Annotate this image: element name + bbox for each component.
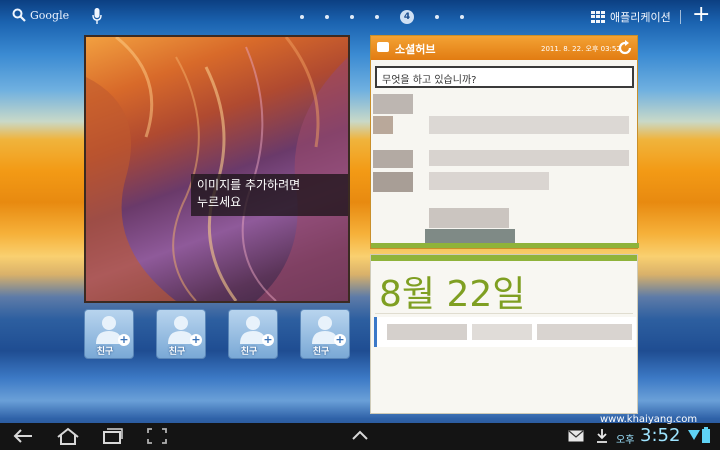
- blurred-feed-item[interactable]: [429, 172, 549, 190]
- clock-ampm: 오후: [616, 435, 635, 446]
- current-page-badge: 4: [400, 10, 414, 24]
- social-hub-footer-bar: [371, 243, 639, 248]
- apps-button[interactable]: 애플리케이션: [591, 9, 671, 25]
- blurred-feed-item[interactable]: [429, 150, 629, 166]
- status-update-input[interactable]: 무엇을 하고 있습니까?: [375, 66, 634, 88]
- friends-widget: 친구 + 친구 + 친구 + 친구 +: [84, 309, 350, 359]
- page-dot[interactable]: [460, 15, 464, 19]
- screenshot-icon[interactable]: [146, 427, 168, 445]
- back-icon[interactable]: [12, 427, 34, 445]
- chat-bubble-icon: [377, 42, 389, 52]
- add-friend-icon: +: [334, 333, 346, 346]
- friend-shortcut[interactable]: 친구 +: [300, 309, 350, 359]
- search-icon: [12, 8, 26, 22]
- mic-icon[interactable]: [92, 8, 102, 25]
- apps-label: 애플리케이션: [610, 11, 671, 24]
- blurred-event-text: [387, 324, 467, 340]
- apps-grid-icon: [591, 11, 605, 23]
- blurred-feed-item[interactable]: [373, 94, 413, 114]
- google-label: Google: [30, 8, 70, 22]
- add-friend-icon: +: [118, 333, 130, 346]
- caption-line-1: 이미지를 추가하려면: [197, 178, 301, 192]
- status-bar: Google 4 애플리케이션 +: [0, 0, 720, 34]
- recent-apps-icon[interactable]: [102, 427, 124, 445]
- watermark-text: www.khaiyang.com: [600, 414, 698, 425]
- mail-icon[interactable]: [568, 430, 584, 442]
- refresh-icon[interactable]: [617, 40, 633, 56]
- calendar-header-bar: [371, 255, 637, 261]
- system-nav-bar: [0, 423, 720, 450]
- friend-shortcut[interactable]: 친구 +: [156, 309, 206, 359]
- calendar-date: 8월 22일: [379, 274, 526, 315]
- google-search[interactable]: Google: [12, 8, 69, 22]
- caption-line-2: 누르세요: [197, 195, 242, 209]
- blurred-event-text: [537, 324, 632, 340]
- blurred-feed-item[interactable]: [373, 150, 413, 168]
- home-icon[interactable]: [56, 427, 80, 445]
- calendar-event[interactable]: [374, 317, 636, 347]
- blurred-event-text: [472, 324, 532, 340]
- divider: [375, 313, 633, 314]
- page-dot[interactable]: [325, 15, 329, 19]
- add-friend-icon: +: [190, 333, 202, 346]
- photo-frame-widget[interactable]: 이미지를 추가하려면 누르세요: [84, 35, 350, 303]
- calendar-widget[interactable]: 8월 22일: [370, 254, 638, 414]
- social-hub-header: 소셜허브 2011. 8. 22. 오후 03:52: [371, 36, 637, 60]
- social-hub-datetime: 2011. 8. 22. 오후 03:52: [541, 45, 621, 53]
- page-dot[interactable]: [300, 15, 304, 19]
- blurred-feed-item[interactable]: [429, 208, 509, 228]
- friend-shortcut[interactable]: 친구 +: [84, 309, 134, 359]
- clock-time[interactable]: 3:52: [640, 425, 680, 446]
- page-dot[interactable]: [350, 15, 354, 19]
- page-dot[interactable]: [435, 15, 439, 19]
- friend-shortcut[interactable]: 친구 +: [228, 309, 278, 359]
- divider: [680, 10, 681, 24]
- social-hub-title: 소셜허브: [395, 43, 436, 56]
- page-dot[interactable]: [375, 15, 379, 19]
- social-hub-widget: 소셜허브 2011. 8. 22. 오후 03:52 무엇을 하고 있습니까?: [370, 35, 639, 249]
- blurred-feed-item[interactable]: [373, 116, 393, 134]
- add-widget-button[interactable]: +: [692, 3, 710, 27]
- battery-icon: [702, 427, 710, 443]
- chevron-up-icon[interactable]: [350, 427, 370, 445]
- blurred-feed-item[interactable]: [429, 116, 629, 134]
- home-page-indicator: 4: [300, 10, 464, 24]
- wifi-icon: [688, 430, 700, 440]
- canyon-photo: [86, 37, 348, 301]
- add-friend-icon: +: [262, 333, 274, 346]
- blurred-feed-item[interactable]: [373, 172, 413, 192]
- download-icon[interactable]: [596, 429, 608, 443]
- photo-add-caption: 이미지를 추가하려면 누르세요: [191, 174, 348, 216]
